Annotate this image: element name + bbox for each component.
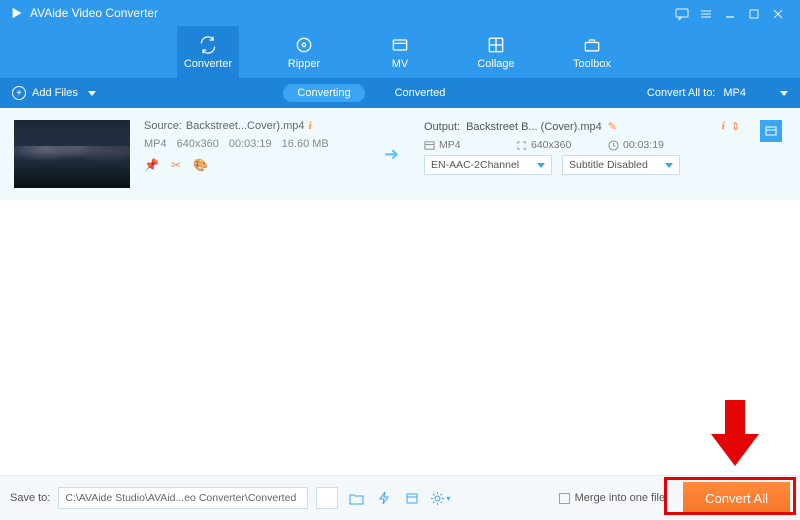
tab-converted[interactable]: Converted	[381, 84, 460, 102]
info-icon[interactable]: i	[309, 120, 312, 132]
bottom-bar: Save to: C:\AVAide Studio\AVAid...eo Con…	[0, 475, 800, 520]
chevron-down-icon	[537, 163, 545, 168]
tab-label: Converter	[184, 58, 232, 70]
output-format-select[interactable]: MP4	[723, 87, 788, 99]
audio-track-select[interactable]: EN-AAC-2Channel	[424, 155, 552, 175]
tab-ripper[interactable]: Ripper	[273, 26, 335, 78]
output-format: MP4	[439, 139, 461, 151]
chevron-down-icon	[665, 163, 673, 168]
tab-label: Ripper	[288, 58, 320, 70]
maximize-button[interactable]	[742, 6, 766, 20]
info-icon[interactable]: i	[722, 120, 725, 133]
source-label: Source:	[144, 120, 182, 132]
highlight-arrow-icon	[705, 398, 765, 470]
tab-mv[interactable]: MV	[369, 26, 431, 78]
edit-icon[interactable]: ✎	[608, 120, 617, 133]
source-duration: 00:03:19	[229, 138, 272, 150]
file-row: Source: Backstreet...Cover).mp4 i MP4 64…	[0, 108, 800, 200]
chevron-down-icon	[88, 91, 96, 96]
close-button[interactable]	[766, 6, 790, 20]
tab-label: Collage	[477, 58, 514, 70]
menu-icon[interactable]	[694, 6, 718, 20]
video-thumbnail[interactable]	[14, 120, 130, 188]
source-resolution: 640x360	[177, 138, 219, 150]
accelerate-icon[interactable]	[374, 488, 394, 508]
pin-icon[interactable]: 📌	[144, 158, 159, 172]
compress-icon[interactable]: ⇕	[731, 120, 740, 133]
convert-all-button[interactable]: Convert All	[683, 482, 790, 514]
tab-toolbox[interactable]: Toolbox	[561, 26, 623, 78]
output-resolution: 640x360	[531, 139, 571, 151]
output-label: Output:	[424, 121, 460, 133]
tab-label: MV	[392, 58, 409, 70]
secondary-bar: + Add Files Converting Converted Convert…	[0, 78, 800, 108]
title-bar: AVAide Video Converter	[0, 0, 800, 26]
save-path-dropdown[interactable]	[316, 487, 338, 509]
tab-collage[interactable]: Collage	[465, 26, 527, 78]
cut-icon[interactable]: ✂	[171, 158, 181, 172]
output-duration: 00:03:19	[623, 139, 664, 151]
merge-label: Merge into one file	[575, 492, 666, 504]
source-filename: Backstreet...Cover).mp4	[186, 120, 305, 132]
output-format-value: MP4	[723, 87, 746, 99]
convert-all-to-label: Convert All to:	[647, 87, 715, 99]
subtitle-value: Subtitle Disabled	[569, 159, 648, 171]
tab-converter[interactable]: Converter	[177, 26, 239, 78]
tab-label: Toolbox	[573, 58, 611, 70]
save-path-value: C:\AVAide Studio\AVAid...eo Converter\Co…	[65, 492, 296, 504]
profile-button[interactable]	[760, 120, 786, 142]
main-toolbar: Converter Ripper MV Collage Toolbox	[0, 26, 800, 78]
task-schedule-icon[interactable]	[402, 488, 422, 508]
tab-converting[interactable]: Converting	[283, 84, 364, 102]
minimize-button[interactable]	[718, 6, 742, 20]
open-folder-icon[interactable]	[346, 488, 366, 508]
settings-icon[interactable]: ▾	[430, 488, 450, 508]
save-path-field[interactable]: C:\AVAide Studio\AVAid...eo Converter\Co…	[58, 487, 308, 509]
audio-track-value: EN-AAC-2Channel	[431, 159, 519, 171]
add-files-button[interactable]: + Add Files	[12, 86, 96, 100]
save-to-label: Save to:	[10, 492, 50, 504]
merge-checkbox[interactable]	[559, 493, 570, 504]
subtitle-select[interactable]: Subtitle Disabled	[562, 155, 680, 175]
source-format: MP4	[144, 138, 167, 150]
feedback-icon[interactable]	[670, 6, 694, 20]
output-filename: Backstreet B... (Cover).mp4	[466, 121, 602, 133]
plus-icon: +	[12, 86, 26, 100]
app-title: AVAide Video Converter	[30, 6, 670, 20]
palette-icon[interactable]: 🎨	[193, 158, 208, 172]
add-files-label: Add Files	[32, 87, 78, 99]
arrow-right-icon: ➜	[384, 144, 410, 165]
chevron-down-icon	[780, 91, 788, 96]
app-logo-icon	[10, 6, 24, 20]
source-size: 16.60 MB	[282, 138, 329, 150]
